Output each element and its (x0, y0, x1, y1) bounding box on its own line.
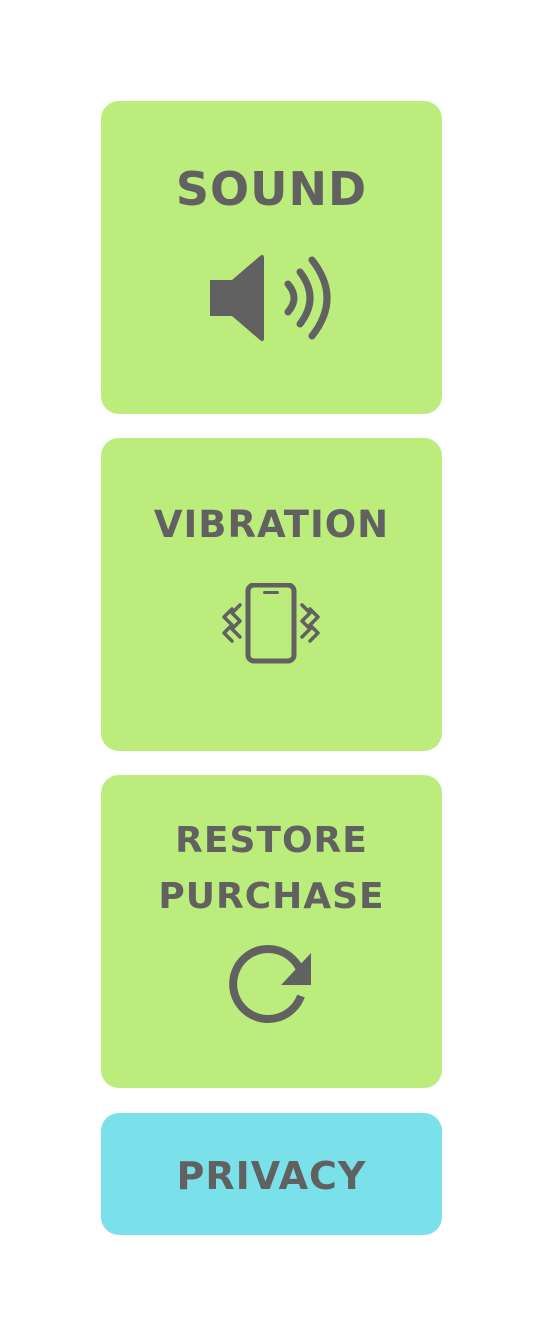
sound-label: SOUND (175, 162, 368, 216)
refresh-icon (228, 945, 311, 1023)
restore-label-line1: RESTORE (175, 820, 368, 861)
vibration-label: VIBRATION (153, 503, 390, 546)
vibrating-phone-icon (221, 583, 320, 664)
restore-purchase-label: RESTORE PURCHASE (158, 813, 384, 925)
restore-label-line2: PURCHASE (158, 876, 385, 917)
restore-purchase-button[interactable]: RESTORE PURCHASE (101, 775, 442, 1088)
privacy-button[interactable]: PRIVACY (101, 1113, 442, 1235)
settings-screen: SOUND VIBRATION RESTORE PURCHASE PRIVACY (0, 0, 544, 1339)
speaker-icon (209, 254, 330, 342)
privacy-label: PRIVACY (176, 1154, 367, 1198)
vibration-button[interactable]: VIBRATION (101, 438, 442, 751)
sound-button[interactable]: SOUND (101, 101, 442, 414)
